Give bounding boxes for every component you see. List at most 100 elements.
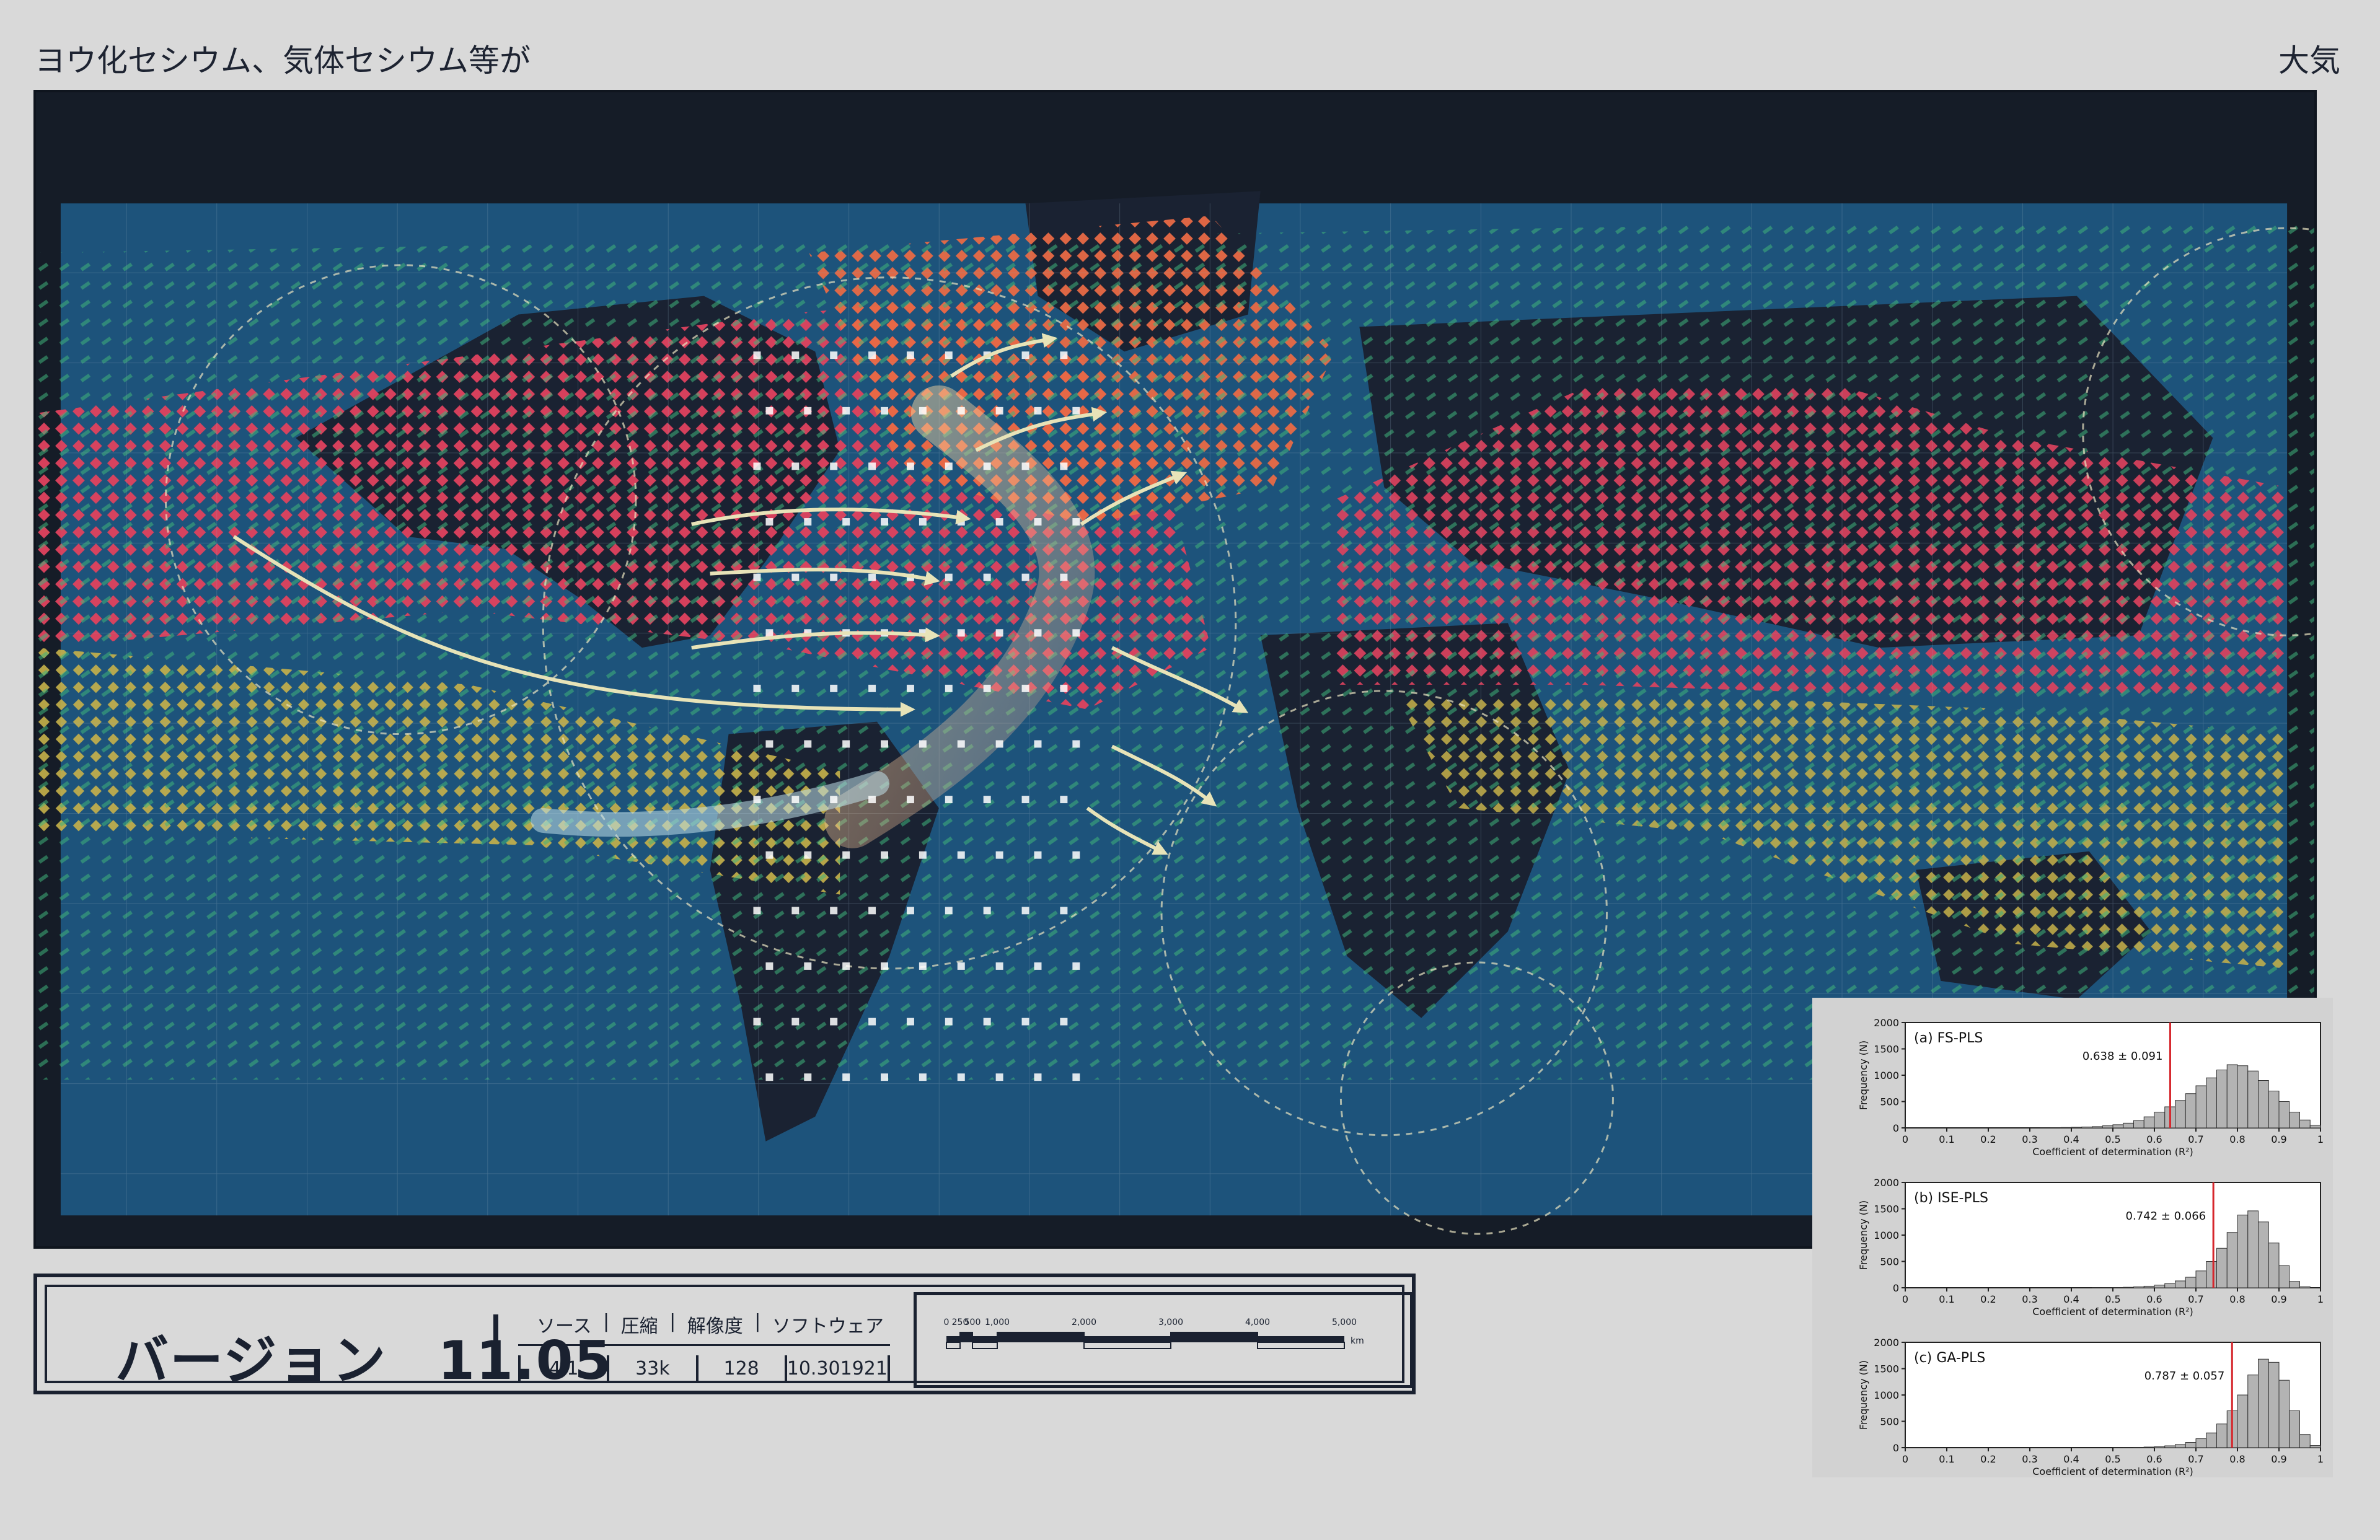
scale-bar-segment	[1083, 1342, 1171, 1349]
x-tick-label: 0.7	[2188, 1293, 2203, 1305]
x-tick-label: 0.9	[2271, 1133, 2286, 1145]
x-tick-label: 0.4	[2063, 1453, 2079, 1465]
y-tick-label: 1000	[1874, 1070, 1899, 1081]
histogram-bar	[2102, 1125, 2113, 1129]
histogram-bar	[2112, 1124, 2124, 1129]
histogram-bar	[2060, 1127, 2072, 1129]
x-tick-label: 0.4	[2063, 1293, 2079, 1305]
stat-label: 0.742 ± 0.066	[2126, 1210, 2206, 1223]
x-tick-label: 0.9	[2271, 1453, 2286, 1465]
y-tick-label: 0	[1893, 1122, 1899, 1134]
meta-header-resolution: 解像度	[687, 1316, 743, 1337]
histogram-bar	[2309, 1125, 2321, 1129]
y-tick-label: 1500	[1874, 1363, 1899, 1375]
x-tick-label: 0.3	[2022, 1133, 2037, 1145]
scale-unit-label: km	[1351, 1336, 1364, 1346]
x-tick-label: 0.6	[2146, 1293, 2162, 1305]
histogram-bar	[2268, 1091, 2280, 1129]
histogram-bar	[2289, 1410, 2300, 1448]
y-tick-label: 500	[1880, 1256, 1899, 1268]
x-tick-label: 0.5	[2105, 1293, 2120, 1305]
y-tick-label: 0	[1893, 1282, 1899, 1294]
scale-tick-label: 2,000	[1072, 1318, 1096, 1327]
scale-tick-label: 4,000	[1245, 1318, 1270, 1327]
histogram-bar	[2112, 1287, 2124, 1288]
histogram-bar	[2133, 1120, 2144, 1129]
histogram-bar	[2216, 1423, 2228, 1448]
histogram-bar	[2154, 1446, 2166, 1448]
histogram-bar	[2143, 1446, 2155, 1448]
x-tick-label: 0.6	[2146, 1453, 2162, 1465]
histogram-bar	[2081, 1126, 2092, 1129]
histogram-bar	[2175, 1100, 2186, 1129]
histogram-bar	[2258, 1080, 2269, 1129]
meta-header-source: ソース	[537, 1316, 592, 1337]
histogram-bar	[2175, 1280, 2186, 1288]
version-info-inner: バージョン 11.05 ソース | 圧縮 | 解像度 | ソフトウェア 4.1 …	[45, 1285, 1413, 1392]
scale-bar-segment	[997, 1332, 1085, 1339]
histogram-bar	[2164, 1445, 2175, 1448]
y-tick-label: 500	[1880, 1096, 1899, 1108]
histogram-bar	[2206, 1432, 2217, 1448]
x-tick-label: 0.2	[1980, 1293, 1996, 1305]
histogram-bar	[2226, 1232, 2238, 1288]
histogram-bar	[2195, 1270, 2207, 1288]
histogram-bar	[2226, 1064, 2238, 1129]
x-tick-label: 0.1	[1939, 1293, 1954, 1305]
histogram-bar	[2206, 1261, 2217, 1288]
histogram-panel-a: 2000 1500 1000 500 0 0 0.1 0.2 0.3 0.4 0.5 0.6 0.7 0.…	[1812, 998, 2333, 1158]
panel-label: (b) ISE-PLS	[1914, 1190, 1988, 1206]
meta-value-source: 4.1	[518, 1355, 607, 1383]
scale-tick-label: 0	[944, 1318, 950, 1327]
histogram-bar	[2216, 1070, 2228, 1129]
x-tick-label: 0.7	[2188, 1133, 2203, 1145]
panel-label: (a) FS-PLS	[1914, 1031, 1983, 1046]
histogram-bar	[2133, 1286, 2144, 1288]
histogram-bar	[2299, 1119, 2311, 1129]
scale-bar-segment	[959, 1332, 973, 1339]
histogram-bar	[2258, 1221, 2269, 1288]
x-tick-label: 0.5	[2105, 1453, 2120, 1465]
x-tick-label: 0.8	[2229, 1293, 2245, 1305]
y-axis-label: Frequency (N)	[1858, 1360, 1869, 1430]
y-axis-label: Frequency (N)	[1858, 1041, 1869, 1110]
scale-bar-segment	[946, 1342, 961, 1349]
y-tick-label: 500	[1880, 1416, 1899, 1428]
histogram-bar	[2154, 1285, 2166, 1288]
scale-bar: 0 250500 1,000 2,000 3,000 4,000 5,000km	[944, 1318, 1364, 1349]
histogram-bar	[2237, 1215, 2249, 1288]
meta-headers: ソース | 圧縮 | 解像度 | ソフトウェア	[537, 1311, 884, 1343]
scale-bar-segment	[1257, 1342, 1345, 1349]
histogram-panel-c: 2000 1500 1000 500 0 0 0.1 0.2 0.3 0.4 0.5 0.6 0.7 0.…	[1812, 1318, 2333, 1477]
histogram-bar	[2154, 1112, 2166, 1129]
histogram-bar	[2143, 1285, 2155, 1288]
stat-label: 0.638 ± 0.091	[2082, 1050, 2163, 1063]
histogram-bar	[2143, 1116, 2155, 1129]
scale-bar-segment	[972, 1342, 998, 1349]
x-tick-label: 0	[1902, 1133, 1908, 1145]
x-tick-label: 0.1	[1939, 1133, 1954, 1145]
histogram-bar	[2258, 1358, 2269, 1448]
x-axis-label: Coefficient of determination (R²)	[2032, 1146, 2193, 1158]
x-tick-label: 1	[2317, 1453, 2324, 1465]
x-tick-label: 0.4	[2063, 1133, 2079, 1145]
histogram-bar	[2133, 1446, 2144, 1448]
y-tick-label: 2000	[1874, 1337, 1899, 1349]
x-tick-label: 1	[2317, 1133, 2324, 1145]
histogram-b: 2000 1500 1000 500 00 0.1 0.2 0.3 0.4 0.5 0.6 0.7 0.…	[1858, 1177, 2324, 1318]
meta-header-software: ソフトウェア	[772, 1316, 884, 1337]
version-divider	[493, 1314, 498, 1376]
histogram-bar	[2237, 1394, 2249, 1448]
x-tick-label: 0	[1902, 1453, 1908, 1465]
meta-value-compression: 33k	[607, 1355, 695, 1383]
histogram-bar	[2185, 1093, 2197, 1129]
scale-tick-label: 5,000	[1332, 1318, 1357, 1327]
histogram-bar	[2278, 1379, 2290, 1448]
y-tick-label: 1500	[1874, 1203, 1899, 1215]
x-tick-label: 0	[1902, 1293, 1908, 1305]
histogram-bar	[2164, 1283, 2175, 1288]
histogram-bar	[2268, 1362, 2280, 1448]
x-tick-label: 0.2	[1980, 1133, 1996, 1145]
histogram-bar	[2185, 1277, 2197, 1288]
histogram-bar	[2299, 1286, 2311, 1288]
